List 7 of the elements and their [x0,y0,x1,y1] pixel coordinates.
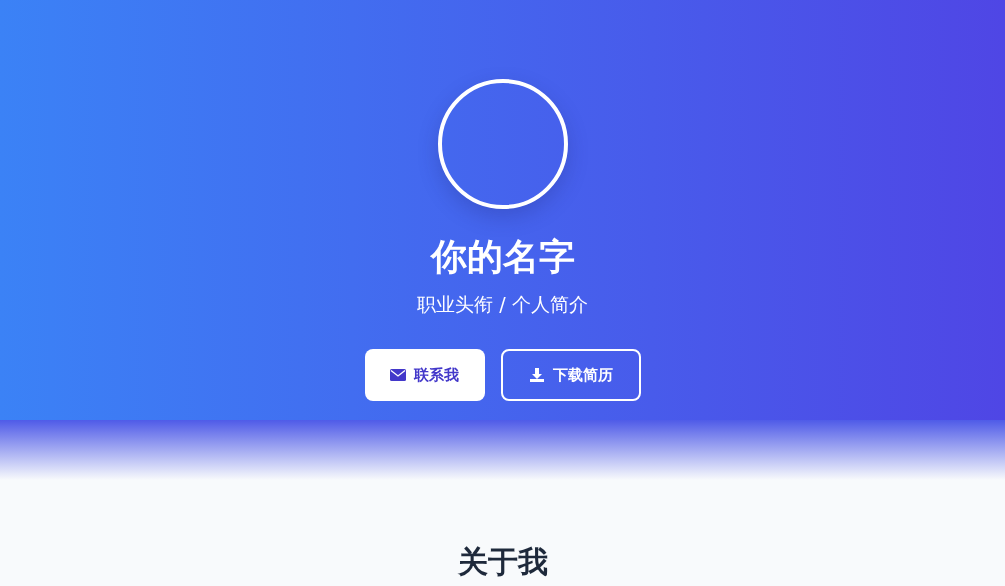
section-heading: 关于我 [457,543,548,581]
contact-button[interactable]: 联系我 [364,349,485,401]
mail-icon [390,369,406,381]
tagline: 职业头衔 / 个人简介 [417,292,588,317]
download-button[interactable]: 下载简历 [500,349,641,401]
profile-name: 你的名字 [430,235,575,279]
download-icon [528,367,545,383]
